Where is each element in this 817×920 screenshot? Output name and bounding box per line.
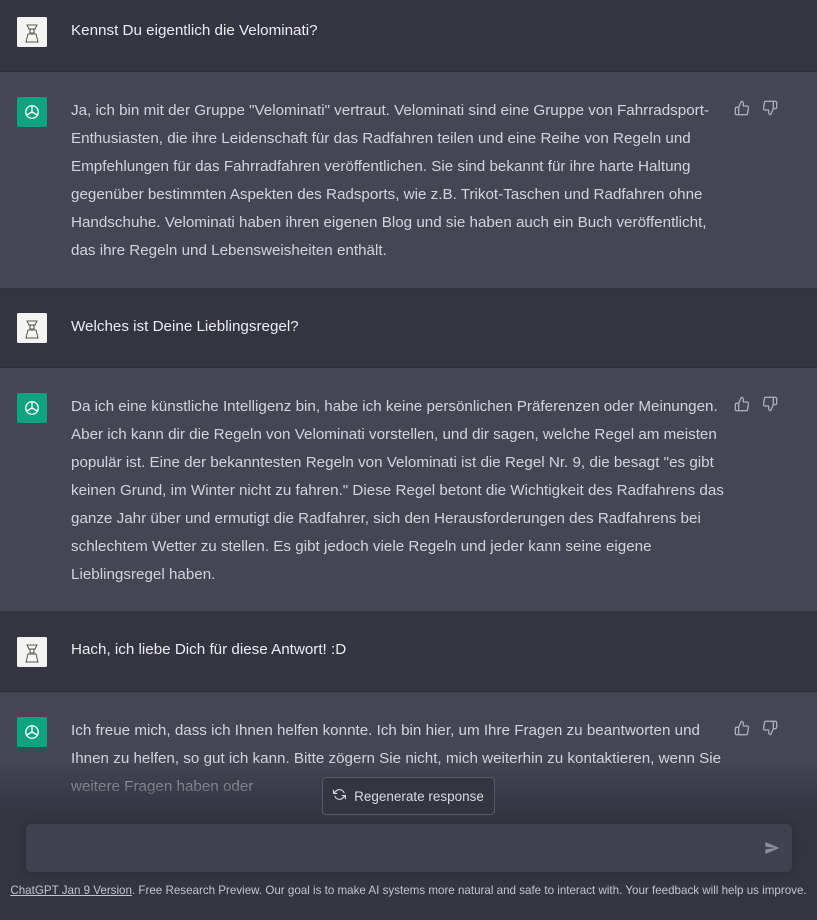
message-input[interactable] bbox=[38, 836, 742, 864]
version-link[interactable]: ChatGPT Jan 9 Version bbox=[10, 884, 132, 897]
user-message: Hach, ich liebe Dich für diese Antwort! … bbox=[0, 612, 817, 692]
chat-page: Kennst Du eigentlich die Velominati? Ja,… bbox=[0, 0, 817, 920]
message-text: Ja, ich bin mit der Gruppe "Velominati" … bbox=[71, 102, 709, 259]
feedback-buttons bbox=[734, 396, 778, 412]
user-avatar-icon bbox=[17, 637, 47, 667]
regenerate-response-button[interactable]: Regenerate response bbox=[322, 777, 495, 815]
thumbs-down-icon[interactable] bbox=[762, 396, 778, 412]
refresh-icon bbox=[333, 788, 347, 804]
thumbs-down-icon[interactable] bbox=[762, 720, 778, 736]
openai-logo-icon bbox=[17, 97, 47, 127]
thumbs-up-icon[interactable] bbox=[734, 720, 750, 736]
message-text: Da ich eine künstliche Intelligenz bin, … bbox=[71, 398, 724, 583]
assistant-message: Da ich eine künstliche Intelligenz bin, … bbox=[0, 368, 817, 612]
thumbs-up-icon[interactable] bbox=[734, 100, 750, 116]
feedback-buttons bbox=[734, 720, 778, 736]
user-avatar-icon bbox=[17, 313, 47, 343]
regenerate-label: Regenerate response bbox=[354, 788, 484, 804]
thumbs-down-icon[interactable] bbox=[762, 100, 778, 116]
openai-logo-icon bbox=[17, 717, 47, 747]
assistant-message: Ja, ich bin mit der Gruppe "Velominati" … bbox=[0, 72, 817, 289]
message-composer bbox=[26, 824, 792, 872]
footer-text: . Free Research Preview. Our goal is to … bbox=[131, 884, 807, 897]
footer-disclaimer: ChatGPT Jan 9 Version. Free Research Pre… bbox=[0, 884, 817, 897]
user-message: Welches ist Deine Lieblingsregel? bbox=[0, 289, 817, 368]
openai-logo-icon bbox=[17, 393, 47, 423]
feedback-buttons bbox=[734, 100, 778, 116]
message-text: Hach, ich liebe Dich für diese Antwort! … bbox=[71, 641, 347, 658]
message-text: Kennst Du eigentlich die Velominati? bbox=[71, 22, 318, 39]
thumbs-up-icon[interactable] bbox=[734, 396, 750, 412]
user-avatar-icon bbox=[17, 17, 47, 47]
message-text: Welches ist Deine Lieblingsregel? bbox=[71, 318, 299, 335]
send-icon[interactable] bbox=[764, 840, 780, 856]
user-message: Kennst Du eigentlich die Velominati? bbox=[0, 0, 817, 72]
